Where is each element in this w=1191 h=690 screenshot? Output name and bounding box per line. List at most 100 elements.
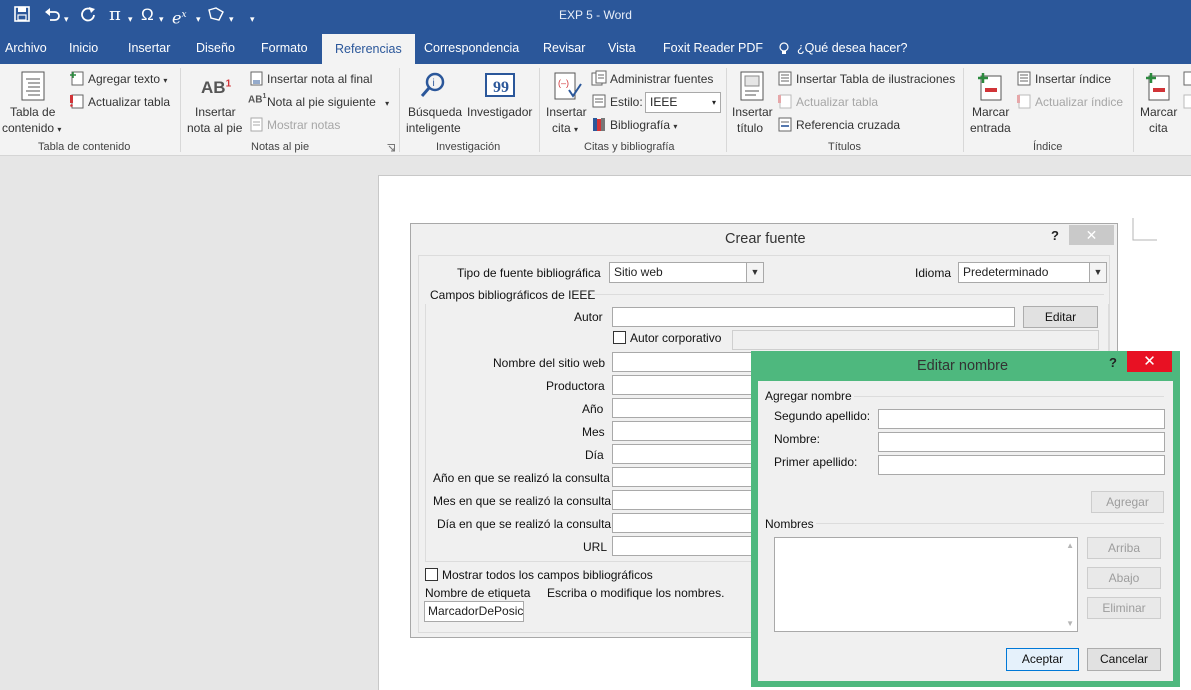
month-input[interactable] bbox=[612, 421, 772, 441]
scroll-down-icon[interactable]: ▼ bbox=[1066, 619, 1074, 628]
insert-table-figures-button[interactable]: Insertar Tabla de ilustraciones bbox=[796, 72, 955, 86]
month-accessed-input[interactable] bbox=[612, 490, 772, 510]
day-accessed-label: Día en que se realizó la consulta bbox=[437, 517, 612, 531]
move-up-button[interactable]: Arriba bbox=[1087, 537, 1161, 559]
update-index-button[interactable]: Actualizar índice bbox=[1035, 95, 1123, 109]
year-input[interactable] bbox=[612, 398, 772, 418]
names-listbox[interactable]: ▲ ▼ bbox=[774, 537, 1078, 632]
close-icon[interactable]: ✕ bbox=[1069, 225, 1114, 245]
dialog-launcher-icon[interactable] bbox=[387, 144, 395, 152]
second-surname-input[interactable] bbox=[878, 409, 1165, 429]
next-footnote-button[interactable]: Nota al pie siguiente ▾ bbox=[267, 95, 389, 109]
day-label: Día bbox=[585, 448, 604, 462]
group-label-index: Índice bbox=[1033, 141, 1063, 153]
insert-footnote-line1[interactable]: Insertar bbox=[195, 105, 236, 119]
cross-reference-button[interactable]: Referencia cruzada bbox=[796, 118, 900, 132]
title-bar: ▾ π ▾ Ω ▾ ex ▾ ▾ ▾ EXP 5 - Word bbox=[0, 0, 1191, 32]
bibliography-button[interactable]: Bibliografía ▾ bbox=[610, 118, 677, 132]
insert-caption-line2[interactable]: título bbox=[737, 121, 763, 135]
scroll-up-icon[interactable]: ▲ bbox=[1066, 541, 1074, 550]
toc-button-line2[interactable]: contenido ▾ bbox=[2, 121, 61, 135]
corporate-author-checkbox[interactable] bbox=[613, 331, 626, 344]
edit-author-button[interactable]: Editar bbox=[1023, 306, 1098, 328]
tab-diseno[interactable]: Diseño bbox=[196, 32, 235, 64]
year-accessed-input[interactable] bbox=[612, 467, 772, 487]
table-of-contents-icon bbox=[21, 71, 45, 101]
style-dropdown[interactable]: IEEE ▾ bbox=[645, 92, 721, 113]
tab-revisar[interactable]: Revisar bbox=[543, 32, 585, 64]
producer-input[interactable] bbox=[612, 375, 772, 395]
edit-name-dialog: Editar nombre ? ✕ Agregar nombre Segundo… bbox=[751, 351, 1180, 687]
bibliography-icon bbox=[593, 118, 605, 131]
group-separator bbox=[399, 68, 400, 152]
move-down-button[interactable]: Abajo bbox=[1087, 567, 1161, 589]
url-input[interactable] bbox=[612, 536, 772, 556]
delete-button[interactable]: Eliminar bbox=[1087, 597, 1161, 619]
language-dropdown[interactable]: Predeterminado ▼ bbox=[958, 262, 1107, 283]
insert-index-button[interactable]: Insertar índice bbox=[1035, 72, 1111, 86]
manage-sources-button[interactable]: Administrar fuentes bbox=[610, 72, 713, 86]
show-notes-button[interactable]: Mostrar notas bbox=[267, 118, 340, 132]
tab-foxit[interactable]: Foxit Reader PDF bbox=[663, 32, 763, 64]
toc-button-line1[interactable]: Tabla de bbox=[10, 105, 55, 119]
language-value: Predeterminado bbox=[963, 265, 1049, 279]
tab-insertar[interactable]: Insertar bbox=[128, 32, 170, 64]
insert-endnote-icon bbox=[250, 71, 263, 86]
day-accessed-input[interactable] bbox=[612, 513, 772, 533]
cross-reference-icon bbox=[778, 117, 792, 132]
add-text-label: Agregar texto bbox=[88, 72, 161, 86]
insert-caption-line1[interactable]: Insertar bbox=[732, 105, 773, 119]
insert-endnote-button[interactable]: Insertar nota al final bbox=[267, 72, 372, 86]
next-footnote-label: Nota al pie siguiente bbox=[267, 95, 376, 109]
source-type-label: Tipo de fuente bibliográfica bbox=[457, 266, 601, 280]
help-icon[interactable]: ? bbox=[1051, 228, 1059, 243]
second-surname-label: Segundo apellido: bbox=[774, 409, 871, 423]
tab-inicio[interactable]: Inicio bbox=[69, 32, 98, 64]
group-label-captions: Títulos bbox=[828, 141, 862, 153]
insert-footnote-line2[interactable]: nota al pie bbox=[187, 121, 242, 135]
svg-text:99: 99 bbox=[493, 79, 509, 96]
manage-sources-icon bbox=[591, 70, 607, 86]
close-icon[interactable]: ✕ bbox=[1127, 351, 1172, 372]
lightbulb-icon bbox=[778, 32, 790, 64]
insert-citation-line1[interactable]: Insertar bbox=[546, 105, 587, 119]
mark-entry-line1[interactable]: Marcar bbox=[972, 105, 1009, 119]
tell-me-search[interactable]: ¿Qué desea hacer? bbox=[797, 32, 908, 64]
site-name-input[interactable] bbox=[612, 352, 772, 372]
add-button[interactable]: Agregar bbox=[1091, 491, 1164, 513]
toa-insert-icon bbox=[1183, 71, 1191, 86]
cancel-button[interactable]: Cancelar bbox=[1087, 648, 1161, 671]
tab-correspondencia[interactable]: Correspondencia bbox=[424, 32, 519, 64]
mark-citation-line1[interactable]: Marcar bbox=[1140, 105, 1177, 119]
ok-button[interactable]: Aceptar bbox=[1006, 648, 1079, 671]
insert-caption-icon bbox=[740, 71, 764, 101]
researcher-button[interactable]: Investigador bbox=[467, 105, 532, 119]
help-icon[interactable]: ? bbox=[1109, 355, 1117, 370]
tab-formato[interactable]: Formato bbox=[261, 32, 308, 64]
next-footnote-icon: AB1 bbox=[248, 93, 267, 106]
update-table-figures-button[interactable]: Actualizar tabla bbox=[796, 95, 878, 109]
mark-entry-line2[interactable]: entrada bbox=[970, 121, 1011, 135]
mark-citation-line2[interactable]: cita bbox=[1149, 121, 1168, 135]
tab-archivo[interactable]: Archivo bbox=[5, 32, 47, 64]
insert-citation-line2[interactable]: cita ▾ bbox=[552, 121, 578, 135]
source-type-value: Sitio web bbox=[614, 265, 663, 279]
smart-lookup-line2[interactable]: inteligente bbox=[406, 121, 461, 135]
tab-referencias[interactable]: Referencias bbox=[322, 34, 415, 64]
insert-citation-label: cita bbox=[552, 121, 571, 135]
tag-name-input[interactable]: MarcadorDePosición bbox=[424, 601, 524, 622]
producer-label: Productora bbox=[546, 379, 605, 393]
author-input[interactable] bbox=[612, 307, 1015, 327]
first-surname-input[interactable] bbox=[878, 455, 1165, 475]
first-name-input[interactable] bbox=[878, 432, 1165, 452]
fields-group-label: Campos bibliográficos de IEEE bbox=[430, 288, 596, 302]
day-input[interactable] bbox=[612, 444, 772, 464]
smart-lookup-line1[interactable]: Búsqueda bbox=[408, 105, 462, 119]
show-all-fields-checkbox[interactable] bbox=[425, 568, 438, 581]
update-table-button[interactable]: Actualizar tabla bbox=[88, 95, 170, 109]
tab-vista[interactable]: Vista bbox=[608, 32, 636, 64]
svg-text:(–): (–) bbox=[558, 78, 569, 88]
insert-table-figures-icon bbox=[778, 71, 792, 86]
source-type-dropdown[interactable]: Sitio web ▼ bbox=[609, 262, 764, 283]
add-text-button[interactable]: Agregar texto ▾ bbox=[88, 72, 167, 86]
